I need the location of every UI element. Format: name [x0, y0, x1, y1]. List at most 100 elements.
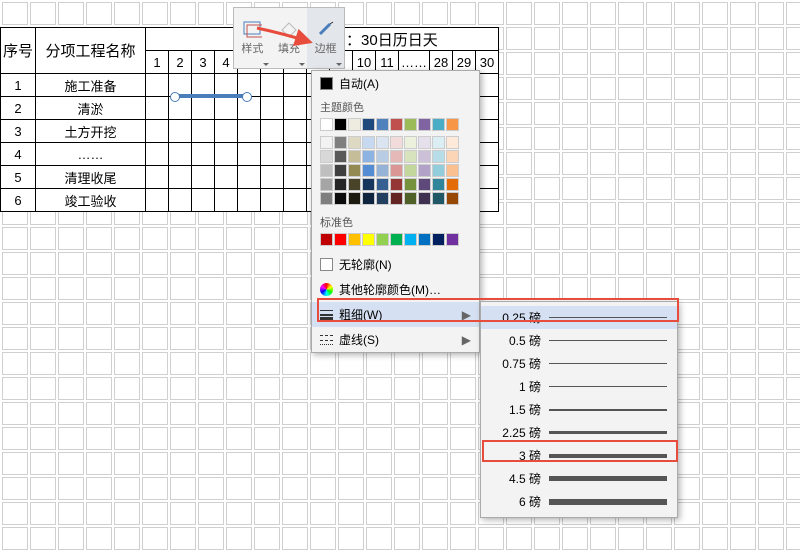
color-swatch[interactable] — [390, 136, 403, 149]
cell[interactable] — [215, 189, 238, 212]
cell[interactable] — [284, 74, 307, 97]
color-swatch[interactable] — [404, 164, 417, 177]
cell[interactable] — [284, 120, 307, 143]
color-swatch[interactable] — [432, 192, 445, 205]
color-swatch[interactable] — [376, 136, 389, 149]
color-swatch[interactable] — [404, 136, 417, 149]
color-swatch[interactable] — [418, 178, 431, 191]
color-swatch[interactable] — [348, 118, 361, 131]
auto-color-item[interactable]: 自动(A) — [312, 71, 479, 96]
color-swatch[interactable] — [362, 164, 375, 177]
cell[interactable] — [192, 166, 215, 189]
weight-option[interactable]: 1 磅 — [481, 375, 677, 398]
color-swatch[interactable] — [446, 164, 459, 177]
color-swatch[interactable] — [348, 178, 361, 191]
color-swatch[interactable] — [376, 118, 389, 131]
color-swatch[interactable] — [432, 150, 445, 163]
color-swatch[interactable] — [446, 118, 459, 131]
color-swatch[interactable] — [320, 118, 333, 131]
cell[interactable] — [238, 189, 261, 212]
cell[interactable] — [146, 120, 169, 143]
color-swatch[interactable] — [404, 192, 417, 205]
color-swatch[interactable] — [320, 136, 333, 149]
cell[interactable] — [169, 143, 192, 166]
color-swatch[interactable] — [418, 164, 431, 177]
cell[interactable] — [215, 120, 238, 143]
color-swatch[interactable] — [362, 192, 375, 205]
color-swatch[interactable] — [418, 150, 431, 163]
color-swatch[interactable] — [334, 118, 347, 131]
cell[interactable] — [192, 143, 215, 166]
cell[interactable] — [261, 166, 284, 189]
cell[interactable] — [192, 189, 215, 212]
color-swatch[interactable] — [418, 136, 431, 149]
color-swatch[interactable] — [432, 136, 445, 149]
color-swatch[interactable] — [362, 178, 375, 191]
ribbon-fill-button[interactable]: 填充 — [271, 8, 308, 68]
weight-option[interactable]: 0.5 磅 — [481, 329, 677, 352]
cell[interactable] — [284, 97, 307, 120]
cell[interactable] — [238, 120, 261, 143]
color-swatch[interactable] — [334, 233, 347, 246]
cell[interactable] — [169, 189, 192, 212]
color-swatch[interactable] — [404, 150, 417, 163]
color-swatch[interactable] — [334, 164, 347, 177]
cell[interactable] — [261, 143, 284, 166]
cell[interactable] — [169, 166, 192, 189]
color-swatch[interactable] — [362, 233, 375, 246]
dash-item[interactable]: 虚线(S) ▶ — [312, 327, 479, 352]
color-swatch[interactable] — [404, 178, 417, 191]
color-swatch[interactable] — [376, 164, 389, 177]
color-swatch[interactable] — [432, 178, 445, 191]
cell[interactable] — [192, 97, 215, 120]
cell[interactable] — [215, 97, 238, 120]
cell[interactable] — [215, 143, 238, 166]
color-swatch[interactable] — [348, 164, 361, 177]
cell[interactable] — [169, 120, 192, 143]
color-swatch[interactable] — [418, 192, 431, 205]
color-swatch[interactable] — [390, 164, 403, 177]
color-swatch[interactable] — [390, 233, 403, 246]
color-swatch[interactable] — [376, 192, 389, 205]
ribbon-border-button[interactable]: 边框 — [307, 8, 344, 68]
cell[interactable] — [238, 143, 261, 166]
color-swatch[interactable] — [320, 178, 333, 191]
color-swatch[interactable] — [404, 233, 417, 246]
color-swatch[interactable] — [446, 233, 459, 246]
color-swatch[interactable] — [418, 233, 431, 246]
color-swatch[interactable] — [334, 178, 347, 191]
more-colors-item[interactable]: 其他轮廓颜色(M)… — [312, 277, 479, 302]
color-swatch[interactable] — [320, 233, 333, 246]
cell[interactable] — [261, 120, 284, 143]
color-swatch[interactable] — [390, 192, 403, 205]
color-swatch[interactable] — [348, 192, 361, 205]
color-swatch[interactable] — [348, 150, 361, 163]
weight-option[interactable]: 2.25 磅 — [481, 421, 677, 444]
cell[interactable] — [261, 74, 284, 97]
weight-option[interactable]: 6 磅 — [481, 490, 677, 513]
cell[interactable] — [261, 189, 284, 212]
color-swatch[interactable] — [390, 178, 403, 191]
no-outline-item[interactable]: 无轮廓(N) — [312, 252, 479, 277]
color-swatch[interactable] — [446, 150, 459, 163]
weight-option[interactable]: 3 磅 — [481, 444, 677, 467]
color-swatch[interactable] — [376, 233, 389, 246]
color-swatch[interactable] — [432, 233, 445, 246]
color-swatch[interactable] — [418, 118, 431, 131]
cell[interactable] — [146, 74, 169, 97]
cell[interactable] — [261, 97, 284, 120]
color-swatch[interactable] — [390, 150, 403, 163]
color-swatch[interactable] — [362, 136, 375, 149]
cell[interactable] — [238, 166, 261, 189]
color-swatch[interactable] — [348, 233, 361, 246]
weight-option[interactable]: 0.25 磅 — [481, 306, 677, 329]
color-swatch[interactable] — [320, 192, 333, 205]
weight-item[interactable]: 粗细(W) ▶ — [312, 302, 479, 327]
color-swatch[interactable] — [404, 118, 417, 131]
cell[interactable] — [284, 189, 307, 212]
color-swatch[interactable] — [320, 150, 333, 163]
cell[interactable] — [146, 143, 169, 166]
color-swatch[interactable] — [362, 150, 375, 163]
color-swatch[interactable] — [348, 136, 361, 149]
cell[interactable] — [146, 189, 169, 212]
